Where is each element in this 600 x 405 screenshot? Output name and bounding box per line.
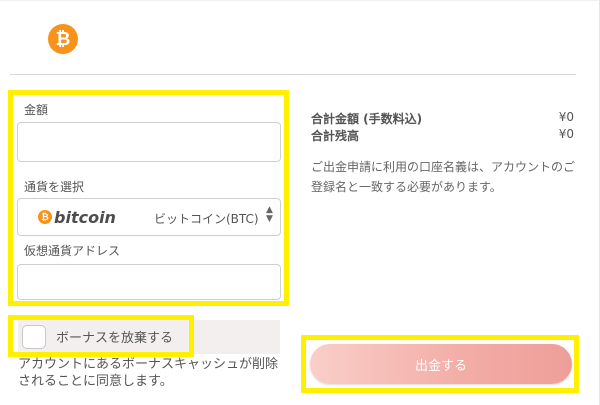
top-border xyxy=(0,0,600,1)
account-name-notice: ご出金申請に利用の口座名義は、アカウントのご登録名と一致する必要があります。 xyxy=(311,160,576,194)
form-highlight-box xyxy=(8,90,289,306)
total-balance-label: 合計残高 xyxy=(311,129,360,143)
total-balance-value: ¥0 xyxy=(558,127,574,141)
bonus-highlight-box xyxy=(8,315,194,357)
bonus-forfeit-note: アカウントにあるボーナスキャッシュが削除されることに同意します。 xyxy=(18,357,279,389)
header-divider xyxy=(10,74,576,75)
bitcoin-logo-icon: ₿ xyxy=(48,24,78,54)
total-amount-value: ¥0 xyxy=(558,110,574,124)
total-amount-label: 合計金額 (手数料込) xyxy=(311,112,423,126)
withdraw-highlight-box xyxy=(301,335,579,393)
total-balance-row: 合計残高 ¥0 xyxy=(311,127,576,144)
total-amount-row: 合計金額 (手数料込) ¥0 xyxy=(311,110,576,127)
